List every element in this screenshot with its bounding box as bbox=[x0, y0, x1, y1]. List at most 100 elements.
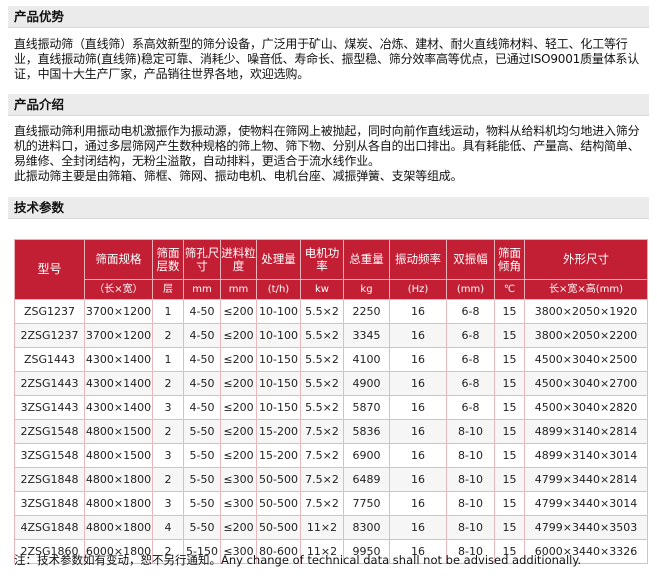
cell-mesh-size: 5-50 bbox=[183, 515, 221, 540]
cell-weight: 6900 bbox=[343, 443, 390, 468]
table-units-row: （长×宽） 层 mm mm (t/h) kw kg (Hz) (mm) ℃ 长×… bbox=[15, 279, 648, 300]
intro-paragraph-2: 此振动筛主要是由筛箱、筛框、筛网、振动电机、电机台座、减振弹簧、支架等组成。 bbox=[14, 169, 463, 183]
unit-amplitude: (mm) bbox=[446, 279, 495, 300]
cell-angle: 15 bbox=[494, 395, 525, 420]
cell-angle: 15 bbox=[494, 515, 525, 540]
unit-mesh-size: mm bbox=[183, 279, 221, 300]
cell-motor-power: 5.5×2 bbox=[300, 395, 344, 420]
cell-weight: 5870 bbox=[343, 395, 390, 420]
cell-angle: 15 bbox=[494, 299, 525, 324]
cell-feed-size: ≤200 bbox=[220, 299, 257, 324]
cell-screen-spec: 3700×1200 bbox=[84, 299, 153, 324]
cell-layers: 2 bbox=[152, 467, 184, 492]
table-row: 3ZSG1443 4300×1400 3 4-50 ≤200 10-150 5.5×2 587… bbox=[14, 395, 648, 420]
cell-dimensions: 4500×3040×2820 bbox=[524, 395, 648, 420]
cell-amplitude: 6-8 bbox=[446, 323, 495, 348]
cell-screen-spec: 3700×1200 bbox=[84, 323, 153, 348]
cell-model: 2ZSG1443 bbox=[14, 371, 85, 396]
cell-weight: 6489 bbox=[343, 467, 390, 492]
unit-motor-power: kw bbox=[300, 279, 344, 300]
table-row: 2ZSG1237 3700×1200 2 4-50 ≤200 10-100 5.5×2 334… bbox=[14, 323, 648, 348]
cell-model: 2ZSG1848 bbox=[14, 467, 85, 492]
advantages-text: 直线振动筛（直线筛）系高效新型的筛分设备，广泛用于矿山、煤炭、冶炼、建材、耐火直… bbox=[14, 37, 640, 81]
cell-mesh-size: 4-50 bbox=[183, 371, 221, 396]
cell-capacity: 10-150 bbox=[256, 347, 301, 372]
cell-model: 3ZSG1848 bbox=[14, 491, 85, 516]
cell-dimensions: 4500×3040×2700 bbox=[524, 371, 648, 396]
cell-motor-power: 7.5×2 bbox=[300, 467, 344, 492]
cell-screen-spec: 4800×1500 bbox=[84, 419, 153, 444]
table-row: 3ZSG1548 4800×1500 3 5-50 ≤200 15-200 7.5×2 690… bbox=[14, 443, 648, 468]
cell-amplitude: 8-10 bbox=[446, 491, 495, 516]
table-row: 4ZSG1848 4800×1800 4 5-50 ≤200 50-500 11×2 8300… bbox=[14, 515, 648, 540]
cell-mesh-size: 5-50 bbox=[183, 443, 221, 468]
cell-motor-power: 11×2 bbox=[300, 515, 344, 540]
cell-weight: 5836 bbox=[343, 419, 390, 444]
cell-dimensions: 4899×3140×2814 bbox=[524, 419, 648, 444]
cell-dimensions: 4899×3140×3014 bbox=[524, 443, 648, 468]
cell-dimensions: 4500×3040×2500 bbox=[524, 347, 648, 372]
cell-model: 2ZSG1237 bbox=[14, 323, 85, 348]
cell-screen-spec: 4300×1400 bbox=[84, 371, 153, 396]
cell-layers: 2 bbox=[152, 323, 184, 348]
table-header-row: 型号 筛面规格 筛面层数 筛孔尺寸 进料粒度 处理量 电机功率 总重量 振动频率… bbox=[14, 239, 648, 300]
cell-frequency: 16 bbox=[389, 371, 447, 396]
cell-amplitude: 8-10 bbox=[446, 467, 495, 492]
cell-model: 2ZSG1548 bbox=[14, 419, 85, 444]
cell-model: ZSG1237 bbox=[14, 299, 85, 324]
cell-screen-spec: 4800×1800 bbox=[84, 515, 153, 540]
cell-angle: 15 bbox=[494, 443, 525, 468]
cell-model: 4ZSG1848 bbox=[14, 515, 85, 540]
cell-motor-power: 5.5×2 bbox=[300, 323, 344, 348]
cell-motor-power: 7.5×2 bbox=[300, 443, 344, 468]
cell-motor-power: 5.5×2 bbox=[300, 371, 344, 396]
cell-mesh-size: 5-50 bbox=[183, 467, 221, 492]
cell-weight: 7750 bbox=[343, 491, 390, 516]
cell-weight: 8300 bbox=[343, 515, 390, 540]
cell-weight: 4900 bbox=[343, 371, 390, 396]
cell-angle: 15 bbox=[494, 371, 525, 396]
disclaimer-note: 注：技术参数如有变动，恕不另行通知。Any change of technica… bbox=[14, 553, 582, 567]
unit-layers: 层 bbox=[152, 279, 184, 300]
cell-mesh-size: 4-50 bbox=[183, 395, 221, 420]
table-row: 2ZSG1443 4300×1400 2 4-50 ≤200 10-150 5.5×2 490… bbox=[14, 371, 648, 396]
cell-frequency: 16 bbox=[389, 395, 447, 420]
cell-layers: 3 bbox=[152, 443, 184, 468]
header-capacity: 处理量 bbox=[256, 239, 301, 280]
header-angle: 筛面倾角 bbox=[494, 239, 525, 280]
cell-mesh-size: 4-50 bbox=[183, 323, 221, 348]
cell-model: 3ZSG1443 bbox=[14, 395, 85, 420]
cell-angle: 15 bbox=[494, 491, 525, 516]
cell-layers: 3 bbox=[152, 491, 184, 516]
cell-weight: 3345 bbox=[343, 323, 390, 348]
cell-capacity: 15-200 bbox=[256, 443, 301, 468]
table-row: ZSG1237 3700×1200 1 4-50 ≤200 10-100 5.5×2 2250… bbox=[14, 299, 648, 324]
cell-angle: 15 bbox=[494, 419, 525, 444]
cell-layers: 4 bbox=[152, 515, 184, 540]
cell-dimensions: 4799×3440×2814 bbox=[524, 467, 648, 492]
unit-capacity: (t/h) bbox=[256, 279, 301, 300]
cell-frequency: 16 bbox=[389, 323, 447, 348]
cell-feed-size: ≤200 bbox=[220, 443, 257, 468]
cell-layers: 2 bbox=[152, 371, 184, 396]
header-motor-power: 电机功率 bbox=[300, 239, 344, 280]
cell-capacity: 10-100 bbox=[256, 299, 301, 324]
cell-dimensions: 3800×2050×2200 bbox=[524, 323, 648, 348]
cell-weight: 2250 bbox=[343, 299, 390, 324]
cell-layers: 1 bbox=[152, 347, 184, 372]
cell-dimensions: 4799×3440×3503 bbox=[524, 515, 648, 540]
cell-frequency: 16 bbox=[389, 467, 447, 492]
section-header-advantages: 产品优势 bbox=[8, 6, 649, 28]
cell-mesh-size: 5-50 bbox=[183, 491, 221, 516]
cell-feed-size: ≤300 bbox=[220, 467, 257, 492]
intro-title: 产品介绍 bbox=[14, 97, 65, 112]
cell-angle: 15 bbox=[494, 347, 525, 372]
header-feed-size: 进料粒度 bbox=[220, 239, 257, 280]
header-model: 型号 bbox=[14, 239, 85, 300]
table-row: ZSG1443 4300×1400 1 4-50 ≤200 10-150 5.5×2 4100… bbox=[14, 347, 648, 372]
cell-capacity: 10-100 bbox=[256, 323, 301, 348]
cell-feed-size: ≤200 bbox=[220, 347, 257, 372]
cell-layers: 2 bbox=[152, 419, 184, 444]
header-mesh-size: 筛孔尺寸 bbox=[183, 239, 221, 280]
unit-angle: ℃ bbox=[494, 279, 525, 300]
